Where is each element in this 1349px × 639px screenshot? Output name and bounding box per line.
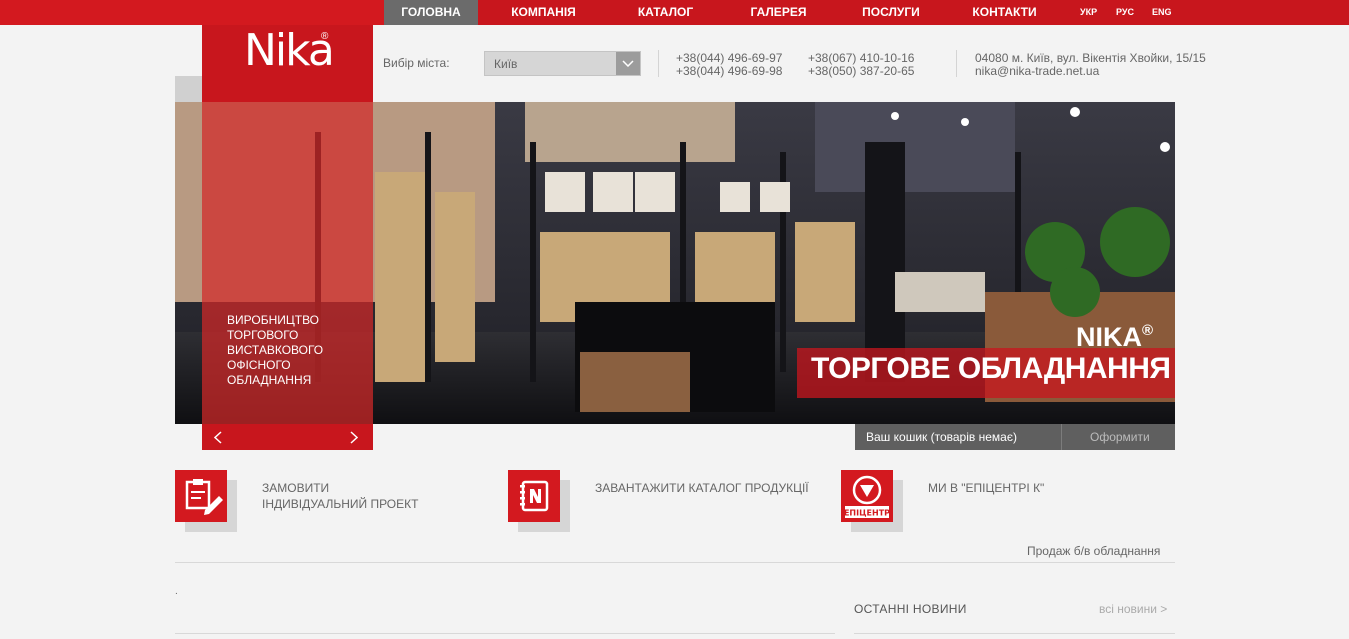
header-divider	[658, 50, 659, 77]
slide-brand: NIKA®	[1076, 322, 1153, 353]
order-project-tile[interactable]	[175, 470, 227, 522]
nav-item-home[interactable]: ГОЛОВНА	[384, 0, 478, 25]
main-nav: ГОЛОВНА КОМПАНІЯ КАТАЛОГ ГАЛЕРЕЯ ПОСЛУГИ…	[384, 0, 1062, 25]
clipboard-pencil-icon	[185, 479, 223, 515]
all-news-link[interactable]: всі новини >	[1099, 602, 1167, 616]
logo[interactable]: Nika	[244, 26, 335, 76]
slider-next-button[interactable]	[340, 424, 370, 450]
city-select[interactable]: Київ	[484, 51, 641, 76]
chevron-left-icon	[214, 431, 222, 444]
slider-caption-line: ВИСТАВКОВОГО	[227, 343, 324, 357]
latest-news-heading: ОСТАННІ НОВИНИ	[854, 602, 967, 616]
epicentr-logo-icon: ЕПІЦЕНТР	[844, 475, 890, 518]
email-link[interactable]: nika@nika-trade.net.ua	[975, 64, 1099, 78]
cart-divider	[1061, 424, 1062, 450]
order-project-link[interactable]: ЗАМОВИТИ ІНДИВІДУАЛЬНИЙ ПРОЕКТ	[262, 480, 418, 512]
catalog-book-icon	[520, 480, 549, 512]
section-divider	[175, 562, 1175, 563]
download-catalog-link[interactable]: ЗАВАНТАЖИТИ КАТАЛОГ ПРОДУКЦІЇ	[595, 480, 809, 496]
slide-brand-reg: ®	[1142, 322, 1154, 339]
content-placeholder-dot: .	[175, 586, 178, 597]
nav-item-catalog[interactable]: КАТАЛОГ	[609, 0, 722, 25]
city-select-label: Вибір міста:	[383, 56, 450, 70]
lang-ukr[interactable]: УКР	[1080, 0, 1097, 25]
logo-registered-mark: ®	[321, 31, 329, 42]
slider-caption-line: ОФІСНОГО	[227, 358, 291, 372]
nav-item-contacts[interactable]: КОНТАКТИ	[947, 0, 1062, 25]
chevron-right-icon	[350, 431, 358, 444]
slider-caption-line: ТОРГОВОГО	[227, 328, 299, 342]
download-catalog-tile[interactable]	[508, 470, 560, 522]
used-equipment-sale-link[interactable]: Продаж б/в обладнання	[1027, 544, 1160, 558]
epicentr-tile[interactable]: ЕПІЦЕНТР	[841, 470, 893, 522]
slider-caption: ВИРОБНИЦТВО ТОРГОВОГО ВИСТАВКОВОГО ОФІСН…	[227, 313, 357, 388]
nav-item-gallery[interactable]: ГАЛЕРЕЯ	[722, 0, 835, 25]
order-project-line-2: ІНДИВІДУАЛЬНИЙ ПРОЕКТ	[262, 497, 419, 511]
nav-item-services[interactable]: ПОСЛУГИ	[835, 0, 947, 25]
lang-rus[interactable]: РУС	[1116, 0, 1134, 25]
lang-eng[interactable]: ENG	[1152, 0, 1172, 25]
phone-1: +38(044) 496-69-97	[676, 51, 783, 65]
phone-2: +38(044) 496-69-98	[676, 64, 783, 78]
slide-title: ТОРГОВЕ ОБЛАДНАННЯ	[811, 352, 1171, 385]
slide-brand-text: NIKA	[1076, 322, 1142, 352]
order-project-line-1: ЗАМОВИТИ	[262, 481, 330, 495]
checkout-button[interactable]: Оформити	[1090, 430, 1150, 444]
epicentr-logo-text: ЕПІЦЕНТР	[844, 509, 890, 518]
header-divider	[956, 50, 957, 77]
address: 04080 м. Київ, вул. Вікентія Хвойки, 15/…	[975, 51, 1206, 65]
slider-prev-button[interactable]	[204, 424, 234, 450]
nav-item-company[interactable]: КОМПАНІЯ	[478, 0, 609, 25]
cart-status[interactable]: Ваш кошик (товарів немає)	[866, 430, 1017, 444]
slider-caption-line: ОБЛАДНАННЯ	[227, 373, 312, 387]
content-divider	[175, 633, 835, 634]
phone-4: +38(050) 387-20-65	[808, 64, 915, 78]
slider-caption-line: ВИРОБНИЦТВО	[227, 313, 320, 327]
top-bar-left-segment	[0, 0, 384, 25]
chevron-down-icon[interactable]	[616, 52, 640, 75]
city-select-value: Київ	[494, 57, 518, 71]
epicentr-link[interactable]: МИ В "ЕПІЦЕНТРІ К"	[928, 480, 1044, 496]
news-divider	[854, 633, 1175, 634]
slider-frame-accent	[175, 76, 202, 102]
phone-3: +38(067) 410-10-16	[808, 51, 915, 65]
